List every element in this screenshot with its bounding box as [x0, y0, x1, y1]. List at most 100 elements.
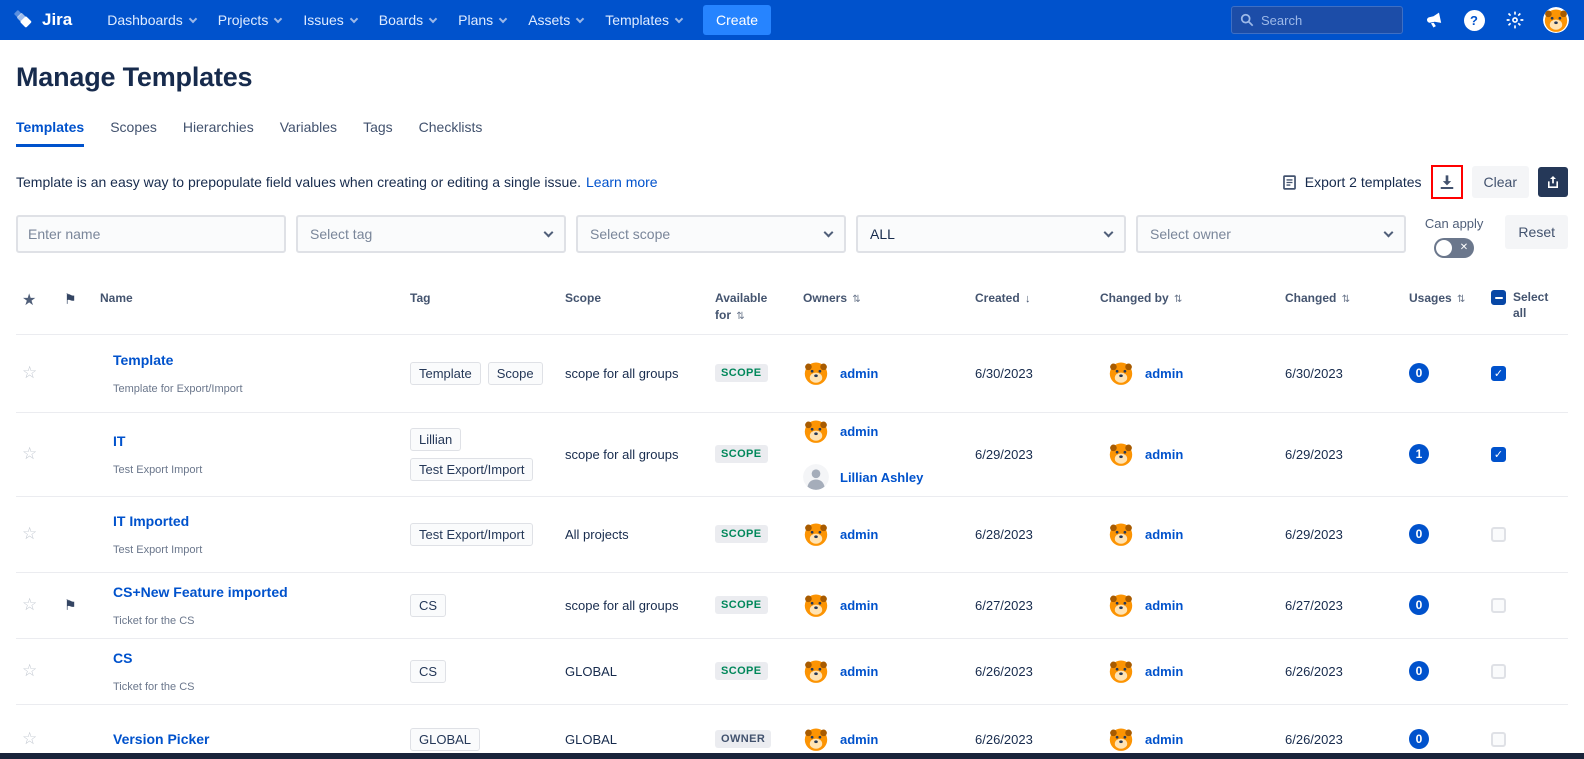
reset-button[interactable]: Reset — [1505, 215, 1568, 249]
clear-button[interactable]: Clear — [1472, 166, 1529, 198]
template-name-link[interactable]: IT Imported — [113, 513, 189, 529]
download-templates-button[interactable] — [1435, 170, 1459, 194]
announcements-button[interactable] — [1419, 6, 1447, 34]
changed-by-link[interactable]: admin — [1145, 732, 1183, 747]
scope-filter-select[interactable]: Select scope — [576, 215, 846, 253]
sort-icon: ⇅ — [1342, 294, 1350, 305]
row-select-checkbox[interactable] — [1491, 527, 1506, 542]
template-name-link[interactable]: CS — [113, 650, 132, 666]
usages-count-badge[interactable]: 1 — [1409, 444, 1429, 464]
template-name-link[interactable]: Template — [113, 352, 173, 368]
usages-count-badge[interactable]: 0 — [1409, 661, 1429, 681]
changed-by-link[interactable]: admin — [1145, 447, 1183, 462]
main-navigation: Dashboards Projects Issues Boards Plans … — [96, 0, 693, 40]
header-changed[interactable]: Changed ⇅ — [1285, 290, 1405, 307]
owner-link[interactable]: admin — [840, 424, 878, 439]
learn-more-link[interactable]: Learn more — [586, 174, 658, 190]
name-filter-input[interactable] — [16, 215, 286, 253]
type-filter-select[interactable]: ALL — [856, 215, 1126, 253]
dog-avatar-icon — [1108, 726, 1134, 752]
row-select-checkbox[interactable]: ✓ — [1491, 447, 1506, 462]
row-select-checkbox[interactable] — [1491, 664, 1506, 679]
row-select-checkbox[interactable]: ✓ — [1491, 366, 1506, 381]
tab-variables[interactable]: Variables — [280, 119, 337, 147]
available-for-badge: SCOPE — [715, 364, 768, 382]
help-button[interactable]: ? — [1460, 6, 1488, 34]
header-usages[interactable]: Usages ⇅ — [1405, 290, 1485, 307]
nav-templates[interactable]: Templates — [594, 0, 693, 40]
tag-filter-select[interactable]: Select tag — [296, 215, 566, 253]
nav-boards[interactable]: Boards — [368, 0, 447, 40]
template-name-link[interactable]: Version Picker — [113, 731, 210, 747]
template-description: Template for Export/Import — [113, 383, 243, 395]
profile-button[interactable] — [1542, 6, 1570, 34]
nav-plans[interactable]: Plans — [447, 0, 517, 40]
favorite-star-icon[interactable]: ☆ — [22, 363, 37, 383]
changed-date: 6/26/2023 — [1285, 664, 1405, 679]
changed-by-link[interactable]: admin — [1145, 598, 1183, 613]
header-available-for[interactable]: Available for ⇅ — [715, 290, 795, 324]
owner-link[interactable]: Lillian Ashley — [840, 470, 923, 485]
row-select-checkbox[interactable] — [1491, 598, 1506, 613]
header-owners[interactable]: Owners ⇅ — [795, 290, 975, 307]
nav-issues[interactable]: Issues — [292, 0, 367, 40]
owner-link[interactable]: admin — [840, 366, 878, 381]
header-created[interactable]: Created ↓ — [975, 290, 1100, 307]
nav-assets[interactable]: Assets — [517, 0, 594, 40]
chevron-down-icon — [544, 227, 554, 237]
nav-dashboards[interactable]: Dashboards — [96, 0, 207, 40]
favorite-star-icon[interactable]: ☆ — [22, 595, 37, 615]
chevron-down-icon — [1104, 227, 1114, 237]
chevron-down-icon — [1384, 227, 1394, 237]
changed-by-link[interactable]: admin — [1145, 527, 1183, 542]
tab-templates[interactable]: Templates — [16, 119, 84, 147]
search-box[interactable] — [1231, 6, 1403, 34]
owner: admin — [1108, 726, 1183, 752]
owners-list: admin — [795, 658, 975, 684]
owner: admin — [1108, 360, 1183, 386]
owner-link[interactable]: admin — [840, 732, 878, 747]
header-tag: Tag — [410, 290, 565, 307]
jira-logo[interactable]: Jira — [14, 10, 72, 31]
changed-date: 6/27/2023 — [1285, 598, 1405, 613]
owner-link[interactable]: admin — [840, 664, 878, 679]
create-button[interactable]: Create — [703, 5, 771, 35]
tab-hierarchies[interactable]: Hierarchies — [183, 119, 254, 147]
select-all-checkbox[interactable] — [1491, 290, 1506, 305]
tag-chip: CS — [410, 594, 446, 617]
nav-projects[interactable]: Projects — [207, 0, 293, 40]
star-header-icon[interactable]: ★ — [16, 292, 36, 309]
header-name[interactable]: Name — [100, 290, 410, 307]
owner-filter-placeholder: Select owner — [1150, 226, 1231, 242]
tag-chip: CS — [410, 660, 446, 683]
owner-link[interactable]: admin — [840, 527, 878, 542]
row-select-checkbox[interactable] — [1491, 732, 1506, 747]
can-apply-toggle[interactable]: ✕ — [1434, 238, 1474, 258]
template-name-link[interactable]: CS+New Feature imported — [113, 584, 288, 600]
favorite-star-icon[interactable]: ☆ — [22, 729, 37, 749]
tag-list: Test Export/Import — [410, 523, 565, 546]
chevron-down-icon — [274, 14, 282, 22]
tab-scopes[interactable]: Scopes — [110, 119, 157, 147]
usages-count-badge[interactable]: 0 — [1409, 595, 1429, 615]
export-dialog-button[interactable] — [1538, 167, 1568, 197]
tab-checklists[interactable]: Checklists — [419, 119, 483, 147]
usages-count-badge[interactable]: 0 — [1409, 363, 1429, 383]
header-select-all: Select all — [1485, 290, 1568, 321]
tab-tags[interactable]: Tags — [363, 119, 393, 147]
changed-by-link[interactable]: admin — [1145, 664, 1183, 679]
usages-count-badge[interactable]: 0 — [1409, 729, 1429, 749]
flag-header-icon[interactable]: ⚑ — [56, 291, 77, 307]
chevron-down-icon — [499, 14, 507, 22]
search-input[interactable] — [1261, 13, 1394, 28]
owner-filter-select[interactable]: Select owner — [1136, 215, 1406, 253]
settings-button[interactable] — [1501, 6, 1529, 34]
template-name-link[interactable]: IT — [113, 433, 125, 449]
favorite-star-icon[interactable]: ☆ — [22, 444, 37, 464]
changed-by-link[interactable]: admin — [1145, 366, 1183, 381]
header-changed-by[interactable]: Changed by ⇅ — [1100, 290, 1285, 307]
favorite-star-icon[interactable]: ☆ — [22, 524, 37, 544]
usages-count-badge[interactable]: 0 — [1409, 524, 1429, 544]
favorite-star-icon[interactable]: ☆ — [22, 661, 37, 681]
owner-link[interactable]: admin — [840, 598, 878, 613]
